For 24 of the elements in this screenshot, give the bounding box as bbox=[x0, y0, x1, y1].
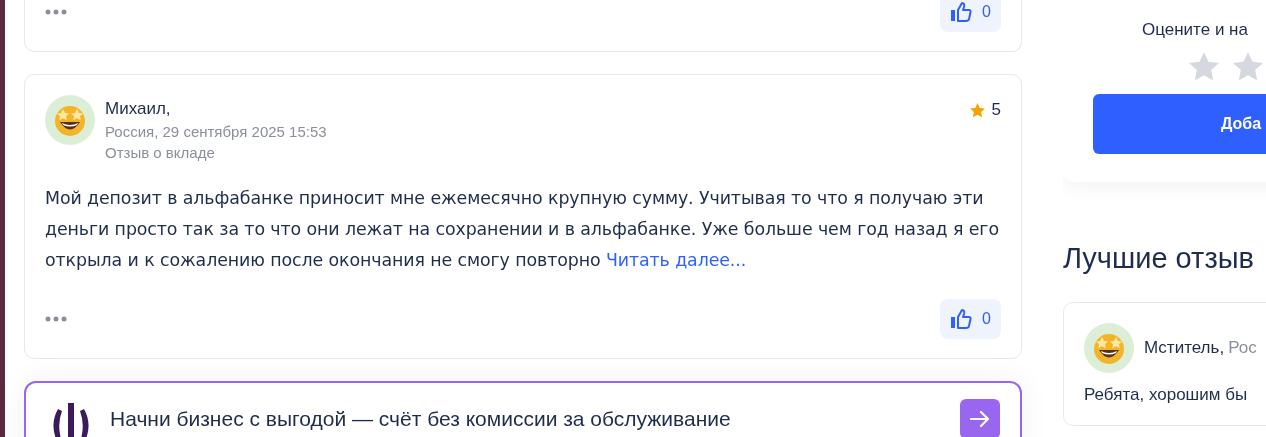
review-location: Рос bbox=[1228, 338, 1257, 358]
author-name: Михаил, bbox=[105, 99, 172, 119]
thumbs-up-icon bbox=[950, 2, 973, 22]
review-topic: Отзыв о вкладе bbox=[105, 144, 216, 161]
avatar-icon bbox=[1084, 323, 1134, 373]
review-text: Ребята, хорошим бы bbox=[1084, 385, 1249, 405]
like-button[interactable]: 0 bbox=[940, 0, 1001, 32]
review-meta: Россия, 29 сентября 2025 15:53 bbox=[105, 123, 328, 140]
thumbs-up-icon bbox=[950, 309, 973, 329]
add-review-button[interactable]: Доба bbox=[1093, 94, 1266, 154]
arrow-button[interactable] bbox=[960, 399, 1000, 437]
read-more-link[interactable]: Читать далее... bbox=[605, 250, 747, 270]
review-text: Мой депозит в альфабанке приносит мне ежемесячно крупную сумму. Учитывая то что я получаю эти деньги просто так за то что они лежат на сохранении и в альфабанке. Уже больше чем год назад я его открыла и к сожалению после окончания не смогу повторно Читать далее... bbox=[45, 187, 1000, 272]
star-icon bbox=[968, 101, 986, 119]
arrow-right-icon bbox=[970, 410, 990, 428]
more-icon[interactable] bbox=[45, 316, 67, 322]
like-button[interactable]: 0 bbox=[940, 299, 1001, 339]
rating-value: 5 bbox=[991, 100, 1001, 120]
section-title: Лучшие отзыв bbox=[1063, 242, 1255, 275]
promo-text: Начни бизнес с выгодой — счёт без комиссии за обслуживание bbox=[110, 406, 732, 430]
author-name: Мститель, bbox=[1144, 338, 1225, 358]
more-icon[interactable] bbox=[45, 9, 67, 15]
avatar-icon bbox=[45, 95, 95, 145]
rating-prompt: Оцените и на bbox=[1141, 20, 1249, 40]
